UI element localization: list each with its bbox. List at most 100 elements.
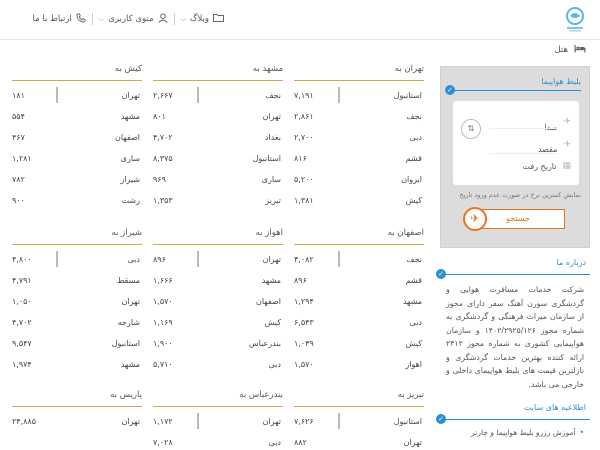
route-price: ۸۰۱ (153, 112, 166, 121)
route-block-title: شیراز به (111, 228, 142, 238)
route-price: ۲,۷۰۰ (294, 133, 314, 142)
route-row[interactable]: دبی ۷,۰۲۸ (153, 432, 283, 450)
about-title: درباره ما (556, 258, 586, 267)
route-row[interactable]: اصفهان ۴۶۷ (12, 127, 142, 148)
route-row[interactable]: دبی ۵,۷۱۰ (153, 354, 283, 375)
route-list: استانبول ۷,۶۲۶ تهران ۸۸۲ (294, 407, 424, 450)
route-row[interactable]: استانبول ۹,۵۴۷ (12, 333, 142, 354)
route-row[interactable]: اصفهان ۱,۵۷۰ (153, 291, 283, 312)
route-row[interactable]: کیش ۱,۳۸۱ (294, 190, 424, 211)
route-row[interactable]: قشم ۸۹۶ (294, 270, 424, 291)
scrollbar[interactable] (338, 413, 340, 429)
route-row[interactable]: دبی ۲,۷۰۰ (294, 127, 424, 148)
route-price: ۱,۱۷۲ (153, 417, 173, 426)
route-city: نجف (265, 91, 281, 100)
route-row[interactable]: تهران ۱۸۱ (12, 85, 142, 106)
route-row[interactable]: مشهد ۵۵۴ (12, 106, 142, 127)
route-row[interactable]: استانبول ۷,۶۲۶ (294, 411, 424, 432)
route-row[interactable]: دبی ۶,۵۴۳ (294, 312, 424, 333)
route-city: رشت (121, 196, 140, 205)
scrollbar[interactable] (197, 87, 199, 103)
route-price: ۶,۵۴۳ (294, 318, 314, 327)
scrollbar[interactable] (56, 87, 58, 103)
route-row[interactable]: استانبول ۷,۱۹۱ (294, 85, 424, 106)
route-city: تبریز (265, 196, 281, 205)
route-price: ۱,۳۵۳ (153, 196, 173, 205)
nav-blog[interactable]: وبلاگ ⌵ (175, 13, 230, 25)
route-city: ساری (120, 154, 140, 163)
route-row[interactable]: ساری ۹۶۹ (153, 169, 283, 190)
route-city: مشهد (402, 297, 422, 306)
route-row[interactable]: تهران ۸۸۲ (294, 432, 424, 450)
route-row[interactable]: بندرعباس ۱,۹۰۰ (153, 333, 283, 354)
destination-field[interactable]: ✈ مقصد (538, 135, 571, 155)
route-block-kish: کیش به تهران ۱۸۱ مشهد ۵۵۴ اصفهان ۴۶۷ ساری ۱,… (12, 64, 142, 211)
route-block-title: اصفهان به (387, 228, 424, 238)
plane-takeoff-icon: ✈ (563, 116, 571, 127)
scrollbar[interactable] (338, 251, 340, 267)
route-row[interactable]: مسقط ۴,۷۹۱ (12, 270, 142, 291)
route-row[interactable]: مشهد ۱,۲۹۴ (294, 291, 424, 312)
route-row[interactable]: تبریز ۱,۳۵۳ (153, 190, 283, 211)
route-row[interactable]: تهران ۲۴,۸۸۵ (12, 411, 142, 432)
route-row[interactable]: تهران ۱,۱۷۲ (153, 411, 283, 432)
route-row[interactable]: اهواز ۱,۵۷۰ (294, 354, 424, 375)
route-row[interactable]: نجف ۲,۶۶۷ (153, 85, 283, 106)
route-city: مشهد (120, 112, 140, 121)
route-list: تهران ۱,۱۷۲ دبی ۷,۰۲۸ (153, 407, 283, 450)
scrollbar[interactable] (197, 413, 199, 429)
breadcrumb-label[interactable]: هتل (555, 45, 569, 55)
route-price: ۱,۰۵۰ (12, 297, 32, 306)
scrollbar[interactable] (338, 87, 340, 103)
route-price: ۲,۸۶۱ (294, 112, 314, 121)
route-row[interactable]: دبی ۴,۸۰۰ (12, 249, 142, 270)
user-icon (157, 12, 168, 26)
nav-contact[interactable]: ارتباط با ما (27, 13, 92, 26)
route-row[interactable]: کیش ۱,۰۴۹ (294, 333, 424, 354)
route-block-title: پاریس به (110, 390, 142, 400)
route-city: اصفهان (114, 133, 140, 142)
hotel-bed-icon (574, 44, 586, 56)
header: وبلاگ ⌵ منوی کاربری ⌵ ارتباط با ما (0, 0, 600, 40)
route-row[interactable]: نجف ۲,۸۶۱ (294, 106, 424, 127)
nav-divider (173, 13, 175, 25)
date-field[interactable]: ▦ تاریخ رفت (522, 161, 571, 171)
route-row[interactable]: رشت ۹۰۰ (12, 190, 142, 211)
route-row[interactable]: تهران ۸۹۶ (153, 249, 283, 270)
route-price: ۴۶۷ (12, 133, 25, 142)
scrollbar[interactable] (197, 251, 199, 267)
announcement-item[interactable]: آموزش رزرو بلیط هواپیما و چارتر (446, 428, 584, 437)
route-city: شیراز (120, 175, 140, 184)
route-row[interactable]: استانبول ۸,۳۷۵ (153, 148, 283, 169)
scrollbar[interactable] (56, 251, 58, 267)
route-price: ۹۶۹ (153, 175, 166, 184)
plane-icon: ✈ (463, 207, 487, 231)
route-city: ایروان (401, 175, 422, 184)
route-row[interactable]: مشهد ۱,۹۷۴ (12, 354, 142, 375)
swap-icon[interactable]: ⇅ (461, 119, 481, 139)
route-list: تهران ۲۴,۸۸۵ (12, 407, 142, 432)
route-price: ۴,۸۰۰ (12, 255, 32, 264)
route-price: ۱,۵۷۰ (153, 297, 173, 306)
route-list: استانبول ۷,۱۹۱ نجف ۲,۸۶۱ دبی ۲,۷۰۰ قشم ۸۱۶ ا… (294, 81, 424, 211)
route-city: دبی (409, 318, 422, 327)
route-row[interactable]: شارجه ۴,۷۰۲ (12, 312, 142, 333)
logo[interactable] (564, 6, 586, 34)
route-row[interactable]: کیش ۱,۱۶۹ (153, 312, 283, 333)
route-list: تهران ۸۹۶ مشهد ۱,۶۶۶ اصفهان ۱,۵۷۰ کیش ۱,۱۶۹ … (153, 245, 283, 375)
route-row[interactable]: قشم ۸۱۶ (294, 148, 424, 169)
lowest-price-notice: نمایش کمترین نرخ در صورت عدم ورود تاریخ (459, 191, 581, 199)
route-row[interactable]: بغداد ۴,۷۰۲ (153, 127, 283, 148)
route-row[interactable]: تهران ۸۰۱ (153, 106, 283, 127)
route-row[interactable]: ایروان ۵,۲۰۰ (294, 169, 424, 190)
route-row[interactable]: تهران ۱,۰۵۰ (12, 291, 142, 312)
route-row[interactable]: مشهد ۱,۶۶۶ (153, 270, 283, 291)
route-price: ۱,۲۹۴ (294, 297, 314, 306)
route-block-title: تهران به (394, 64, 424, 74)
route-row[interactable]: نجف ۴,۰۸۲ (294, 249, 424, 270)
route-row[interactable]: ساری ۱,۲۸۱ (12, 148, 142, 169)
route-city: تهران (121, 297, 140, 306)
breadcrumb: هتل (555, 44, 587, 56)
route-row[interactable]: شیراز ۷۸۲ (12, 169, 142, 190)
nav-user-menu[interactable]: منوی کاربری ⌵ (93, 12, 174, 26)
